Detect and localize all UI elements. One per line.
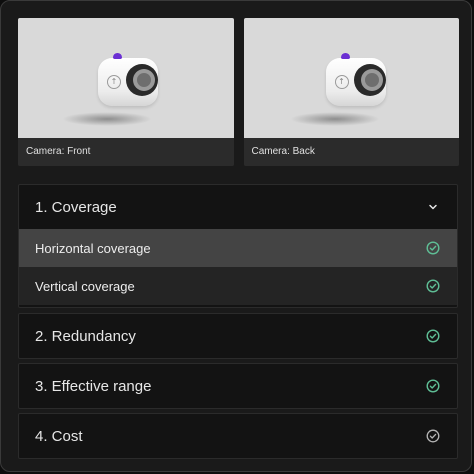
section-redundancy[interactable]: 2. Redundancy xyxy=(18,313,458,359)
camera-logo-icon: ↑ xyxy=(107,75,121,89)
camera-views: ↑ Camera: Front ↑ Camera: Back xyxy=(18,18,459,166)
camera-view-front[interactable]: ↑ Camera: Front xyxy=(18,18,234,166)
item-label: Vertical coverage xyxy=(35,278,135,294)
camera-top-button xyxy=(340,53,350,59)
camera-view-caption: Camera: Back xyxy=(243,138,459,166)
section-cost[interactable]: 4. Cost xyxy=(18,413,458,459)
check-circle-icon xyxy=(426,241,440,255)
camera-logo-icon: ↑ xyxy=(334,75,349,89)
section-header-redundancy[interactable]: 2. Redundancy xyxy=(19,314,457,358)
section-title: 4. Cost xyxy=(35,427,83,445)
check-circle-icon xyxy=(426,329,440,343)
app-frame: ↑ Camera: Front ↑ Camera: Back 1. Covera… xyxy=(0,0,472,472)
item-horizontal-coverage[interactable]: Horizontal coverage xyxy=(19,229,457,267)
check-circle-icon xyxy=(426,379,440,393)
check-circle-icon xyxy=(426,279,440,293)
camera-view-back[interactable]: ↑ Camera: Back xyxy=(243,18,459,166)
check-circle-outline-icon xyxy=(426,429,440,443)
camera-top-button xyxy=(113,53,122,59)
item-vertical-coverage[interactable]: Vertical coverage xyxy=(19,267,457,305)
camera-preview-front: ↑ xyxy=(18,18,234,138)
chevron-down-icon[interactable] xyxy=(426,200,440,214)
section-header-effective-range[interactable]: 3. Effective range xyxy=(19,364,457,408)
section-coverage: 1. Coverage Horizontal coverage Vertical… xyxy=(18,184,458,308)
section-header-cost[interactable]: 4. Cost xyxy=(19,414,457,458)
section-effective-range[interactable]: 3. Effective range xyxy=(18,363,458,409)
section-title: 2. Redundancy xyxy=(35,327,136,345)
section-title: 1. Coverage xyxy=(35,198,117,216)
camera-preview-back: ↑ xyxy=(243,18,459,138)
item-label: Horizontal coverage xyxy=(35,240,151,256)
section-title: 3. Effective range xyxy=(35,377,152,395)
section-header-coverage[interactable]: 1. Coverage xyxy=(19,185,457,229)
camera-view-caption: Camera: Front xyxy=(18,138,234,166)
